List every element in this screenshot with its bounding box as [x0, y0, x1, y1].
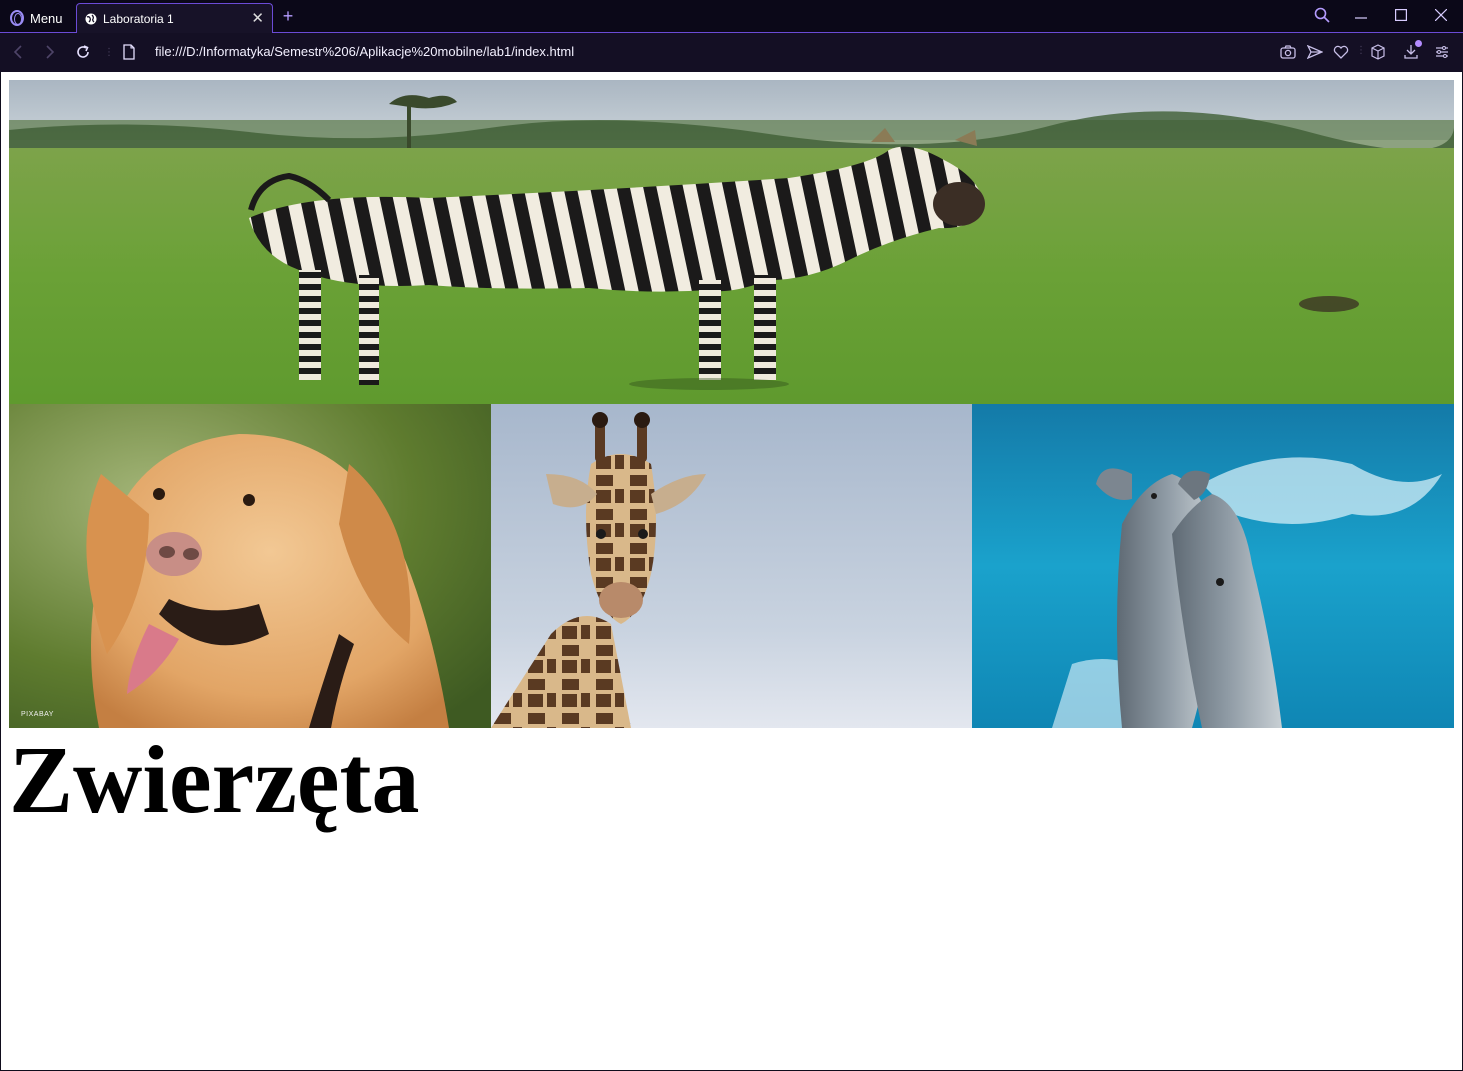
separator: ⋮: [1356, 45, 1366, 56]
send-icon[interactable]: [1306, 43, 1324, 61]
giraffe-image: [491, 404, 972, 728]
heart-icon[interactable]: [1332, 43, 1350, 61]
tab-active[interactable]: Laboratoria 1 ✕: [76, 3, 273, 33]
dolphins-image: [972, 404, 1454, 728]
tab-title: Laboratoria 1: [103, 11, 174, 26]
separator: ⋮: [104, 47, 114, 58]
page-viewport: PIXABAY Zwierzęta: [1, 72, 1462, 1070]
opera-logo-icon: [10, 10, 24, 26]
back-icon[interactable]: [8, 42, 28, 62]
tab-bar: Menu Laboratoria 1 ✕ +: [0, 0, 1463, 33]
reload-icon[interactable]: [73, 42, 93, 62]
search-tabs-icon[interactable]: [1304, 0, 1340, 30]
new-tab-button[interactable]: +: [280, 5, 296, 27]
easy-setup-icon[interactable]: [1433, 43, 1451, 61]
extensions-cube-icon[interactable]: [1369, 43, 1387, 61]
page-heading: Zwierzęta: [9, 726, 420, 833]
close-tab-icon[interactable]: ✕: [251, 11, 264, 26]
file-icon: [123, 44, 135, 60]
url-field[interactable]: file:///D:/Informatyka/Semestr%206/Aplik…: [155, 44, 574, 59]
globe-icon: [85, 13, 97, 24]
opera-menu-button[interactable]: Menu: [0, 3, 74, 33]
snapshot-icon[interactable]: [1279, 43, 1297, 61]
download-badge: [1415, 40, 1422, 47]
pixabay-watermark: PIXABAY: [21, 711, 54, 718]
maximize-icon[interactable]: [1383, 0, 1419, 30]
menu-label: Menu: [30, 10, 63, 26]
zebra-image: [9, 80, 1454, 404]
forward-icon[interactable]: [40, 42, 60, 62]
address-bar-row: ⋮ file:///D:/Informatyka/Semestr%206/Apl…: [0, 33, 1463, 72]
dog-image: PIXABAY: [9, 404, 491, 728]
minimize-icon[interactable]: [1343, 0, 1379, 30]
close-window-icon[interactable]: [1423, 0, 1459, 30]
